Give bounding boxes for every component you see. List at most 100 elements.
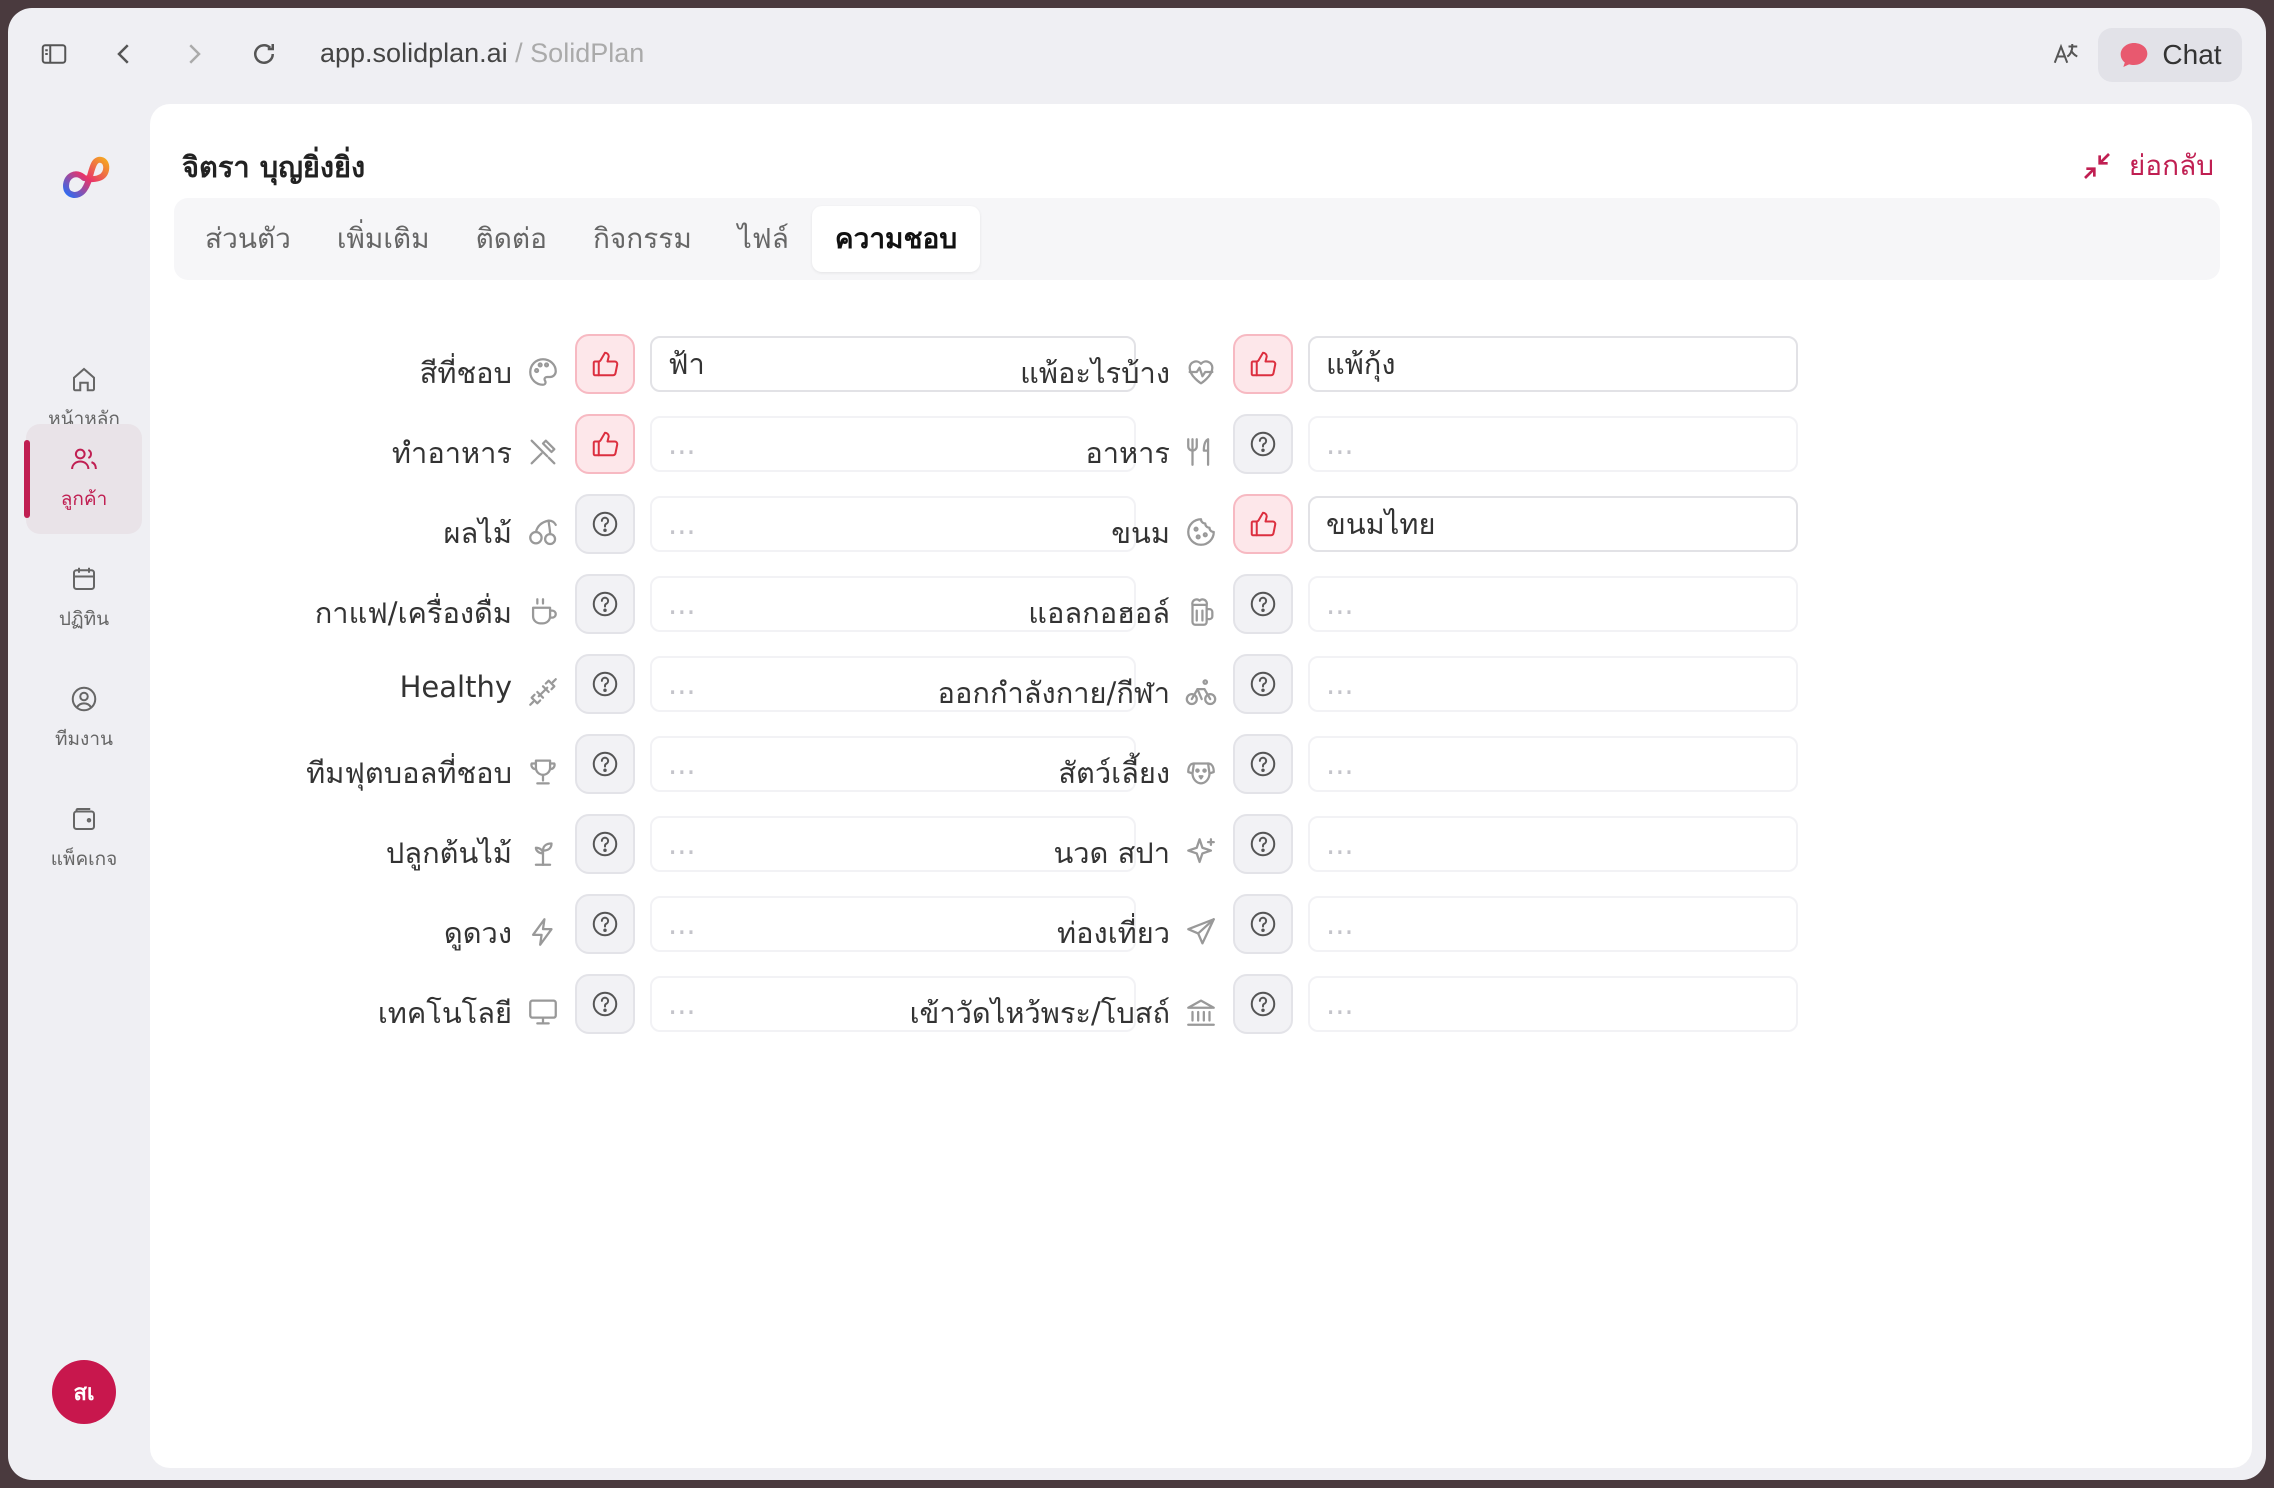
- tab-preferences[interactable]: ความชอบ: [811, 206, 981, 272]
- help-circle-icon: [1250, 671, 1276, 697]
- tab-files[interactable]: ไฟล์: [715, 206, 812, 272]
- category-icon-wrap: [1184, 435, 1218, 469]
- sidebar-toggle-icon[interactable]: [30, 30, 78, 78]
- nav-label: ทีมงาน: [55, 728, 113, 750]
- preference-value-text: ...: [1326, 587, 1354, 621]
- preference-label: อาหาร: [1085, 436, 1170, 470]
- preference-status-button[interactable]: [1233, 654, 1293, 714]
- forward-icon[interactable]: [170, 30, 218, 78]
- address-bar[interactable]: app.solidplan.ai / SolidPlan: [320, 38, 644, 69]
- heart-pulse-icon: [1188, 360, 1214, 385]
- help-circle-icon: [1250, 991, 1276, 1017]
- category-icon-wrap: [1184, 515, 1218, 549]
- preference-label: นวด สปา: [1053, 836, 1170, 870]
- preference-value-input[interactable]: ...: [1308, 576, 1798, 632]
- back-icon[interactable]: [100, 30, 148, 78]
- preference-row: แพ้อะไรบ้าง แพ้กุ้ง: [150, 334, 1798, 414]
- preference-status-button[interactable]: [1233, 494, 1293, 554]
- home-icon: [73, 367, 95, 392]
- help-circle-icon: [1250, 431, 1276, 457]
- translate-icon[interactable]: [2042, 30, 2090, 78]
- preference-row: สัตว์เลี้ยง...: [150, 734, 1798, 814]
- wallet-icon: [73, 808, 95, 830]
- preferences-column-right: แพ้อะไรบ้าง แพ้กุ้งอาหาร... ขนม ขนมไทยแอลกอ…: [150, 334, 1798, 1054]
- help-circle-icon: [1250, 831, 1276, 857]
- reload-icon[interactable]: [240, 30, 288, 78]
- category-icon-wrap: [1184, 995, 1218, 1029]
- preference-label: ท่องเที่ยว: [1057, 916, 1170, 950]
- help-circle-icon: [1250, 751, 1276, 777]
- preference-value-input[interactable]: ...: [1308, 416, 1798, 472]
- preference-value-input[interactable]: ...: [1308, 816, 1798, 872]
- nav-item-calendar[interactable]: ปฏิทิน: [26, 544, 142, 654]
- nav-label: แพ็คเกจ: [50, 848, 118, 870]
- preference-label: สัตว์เลี้ยง: [1058, 756, 1170, 790]
- preference-label-box: นวด สปา: [150, 814, 1170, 894]
- cookie-icon: [1187, 518, 1215, 546]
- preference-row: อาหาร...: [150, 414, 1798, 494]
- help-circle-icon: [1250, 591, 1276, 617]
- tab-additional[interactable]: เพิ่มเติม: [314, 206, 453, 272]
- preference-status-button[interactable]: [1233, 814, 1293, 874]
- preference-status-button[interactable]: [1233, 974, 1293, 1034]
- preference-row: ออกกำลังกาย/กีฬา...: [150, 654, 1798, 734]
- preference-value-input[interactable]: แพ้กุ้ง: [1308, 336, 1798, 392]
- customer-detail-card: จิตรา บุญยิ่งยิ่ง ย่อกลับ ส่วนตัว เพิ่มเ…: [150, 104, 2252, 1468]
- bike-icon: [1185, 679, 1217, 706]
- chat-label: Chat: [2162, 39, 2222, 70]
- preference-label-box: ขนม: [150, 494, 1170, 574]
- preference-status-button[interactable]: [1233, 574, 1293, 634]
- category-icon-wrap: [1184, 595, 1218, 629]
- preference-label: ออกกำลังกาย/กีฬา: [937, 676, 1170, 710]
- chat-bubble-icon: [2121, 43, 2148, 67]
- collapse-button[interactable]: ย่อกลับ: [2081, 144, 2214, 188]
- preference-label: ขนม: [1111, 516, 1170, 550]
- preference-value-input[interactable]: ...: [1308, 976, 1798, 1032]
- help-circle-icon: [1250, 911, 1276, 937]
- preference-row: ขนม ขนมไทย: [150, 494, 1798, 574]
- plane-icon: [1187, 918, 1215, 945]
- preference-value-text: ...: [1326, 747, 1354, 781]
- preference-value-text: ...: [1326, 427, 1354, 461]
- preference-value-text: ...: [1326, 827, 1354, 861]
- preference-label-box: แพ้อะไรบ้าง: [150, 334, 1170, 414]
- preference-value-input[interactable]: ...: [1308, 656, 1798, 712]
- browser-window: app.solidplan.ai / SolidPlan Chat หน้าหล…: [8, 8, 2266, 1480]
- preference-value-input[interactable]: ...: [1308, 736, 1798, 792]
- nav-label: ลูกค้า: [60, 488, 108, 510]
- thumbs-up-icon: [1250, 511, 1277, 537]
- category-icon-wrap: [1184, 675, 1218, 709]
- sparkles-icon: [1187, 838, 1215, 864]
- preference-status-button[interactable]: [1233, 894, 1293, 954]
- left-nav-rail: หน้าหลัก ลูกค้า ปฏิทิน ทีมงาน แพ็คเกจ สเ: [8, 104, 150, 1480]
- url-site-name: SolidPlan: [530, 38, 645, 68]
- nav-item-packages[interactable]: แพ็คเกจ: [26, 784, 142, 894]
- tab-personal[interactable]: ส่วนตัว: [182, 206, 314, 272]
- customer-name: จิตรา บุญยิ่งยิ่ง: [182, 150, 366, 184]
- preference-label-box: สัตว์เลี้ยง: [150, 734, 1170, 814]
- preference-status-button[interactable]: [1233, 414, 1293, 474]
- chat-button[interactable]: Chat: [2098, 28, 2242, 82]
- preference-row: แอลกอฮอล์...: [150, 574, 1798, 654]
- nav-item-team[interactable]: ทีมงาน: [26, 664, 142, 774]
- category-icon-wrap: [1184, 755, 1218, 789]
- preference-status-button[interactable]: [1233, 334, 1293, 394]
- preference-status-button[interactable]: [1233, 734, 1293, 794]
- user-circle-icon: [71, 686, 97, 712]
- url-separator: /: [507, 38, 531, 68]
- preference-label: แพ้อะไรบ้าง: [1020, 356, 1170, 390]
- tab-contact[interactable]: ติดต่อ: [453, 206, 570, 272]
- preference-value-text: ขนมไทย: [1326, 507, 1436, 541]
- preference-label-box: เข้าวัดไหว้พระ/โบสถ์: [150, 974, 1170, 1054]
- nav-item-customers[interactable]: ลูกค้า: [24, 424, 142, 534]
- tab-activities[interactable]: กิจกรรม: [570, 206, 715, 272]
- preference-label-box: ออกกำลังกาย/กีฬา: [150, 654, 1170, 734]
- preference-value-text: ...: [1326, 987, 1354, 1021]
- preference-value-input[interactable]: ขนมไทย: [1308, 496, 1798, 552]
- preference-value-input[interactable]: ...: [1308, 896, 1798, 952]
- preference-value-text: ...: [1326, 907, 1354, 941]
- user-avatar[interactable]: สเ: [52, 1360, 116, 1424]
- preference-value-text: ...: [1326, 667, 1354, 701]
- category-icon-wrap: [1184, 915, 1218, 949]
- dog-icon: [1187, 762, 1215, 785]
